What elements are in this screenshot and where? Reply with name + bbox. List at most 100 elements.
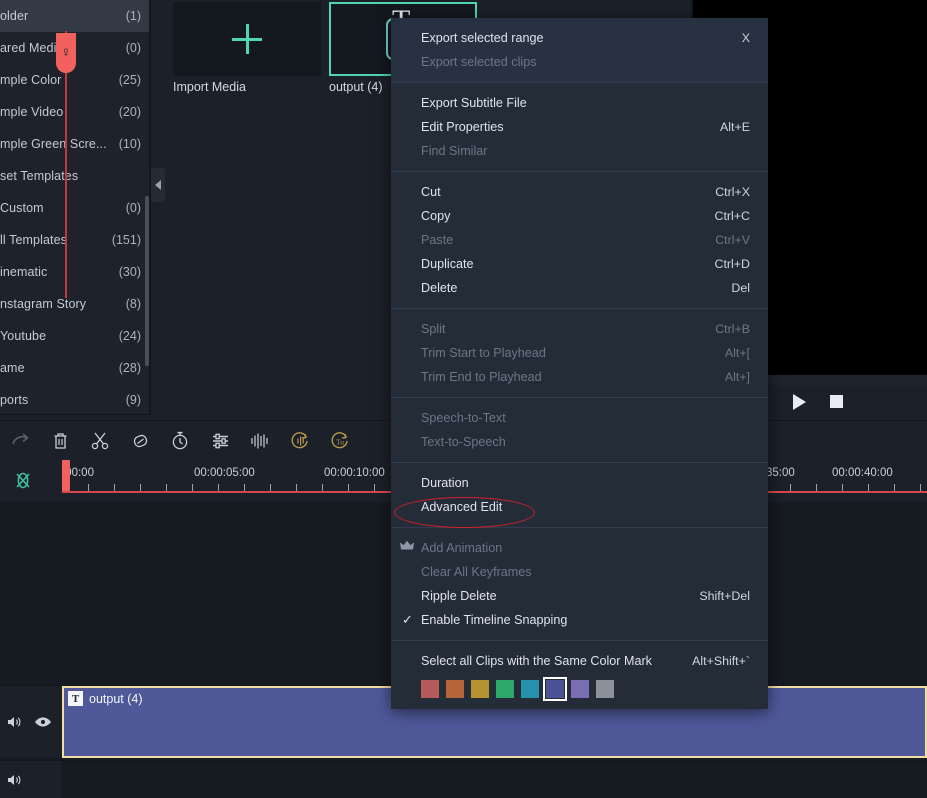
sidebar-item-count: (25) <box>118 73 141 87</box>
media-item-label: Import Media <box>173 80 246 94</box>
sidebar-item[interactable]: ame (28) <box>0 352 151 384</box>
color-swatch[interactable] <box>571 680 589 698</box>
ruler-tick-mark <box>140 484 141 491</box>
group-pad <box>391 300 768 308</box>
import-media-thumbnail[interactable] <box>173 2 321 76</box>
sidebar-item[interactable]: Custom (0) <box>0 192 151 224</box>
sidebar-collapse-button[interactable] <box>151 168 165 202</box>
sidebar-item[interactable]: inematic (30) <box>0 256 151 288</box>
play-icon[interactable] <box>793 393 806 410</box>
sidebar-item[interactable]: Youtube (24) <box>0 320 151 352</box>
context-menu-item[interactable]: Duration <box>391 471 768 495</box>
context-menu-item-label: Trim Start to Playhead <box>421 346 546 360</box>
context-menu-item: Trim Start to Playhead Alt+[ <box>391 341 768 365</box>
svg-text:Tu: Tu <box>336 437 344 446</box>
ruler-tick-mark <box>88 484 89 491</box>
color-mark-section: Select all Clips with the Same Color Mar… <box>391 641 768 701</box>
context-menu-group: Export Subtitle File Edit Properties Alt+E… <box>391 83 768 171</box>
sidebar-item-count: (30) <box>118 265 141 279</box>
voice-changer-icon[interactable] <box>280 421 320 461</box>
context-menu-item-shortcut: Ctrl+X <box>715 185 750 199</box>
adjust-sliders-icon[interactable] <box>200 421 240 461</box>
split-scissors-icon[interactable] <box>80 421 120 461</box>
sidebar-item-label: mple Video <box>0 105 64 119</box>
context-menu-item-shortcut: Ctrl+B <box>715 322 750 336</box>
color-swatch[interactable] <box>543 677 567 701</box>
context-menu-item-shortcut: Del <box>731 281 750 295</box>
context-menu-item-label: Split <box>421 322 446 336</box>
playhead-handle[interactable] <box>62 460 70 491</box>
color-swatch[interactable] <box>421 680 439 698</box>
context-menu-item-label: Clear All Keyframes <box>421 565 532 579</box>
playhead-knob[interactable]: ♀ <box>56 33 76 73</box>
sidebar-item[interactable]: older (1) <box>0 0 151 32</box>
context-menu-group: Export selected range X Export selected cl… <box>391 18 768 82</box>
sidebar-item[interactable]: ports (9) <box>0 384 151 414</box>
audio-waveform-icon[interactable] <box>240 421 280 461</box>
ruler-tick-mark <box>244 484 245 491</box>
color-swatch[interactable] <box>521 680 539 698</box>
context-menu-item: Speech-to-Text <box>391 406 768 430</box>
color-swatch[interactable] <box>496 680 514 698</box>
sidebar-item-label: ll Templates <box>0 233 67 247</box>
sidebar-item[interactable]: ll Templates (151) <box>0 224 151 256</box>
crop-icon[interactable] <box>120 421 160 461</box>
context-menu-item[interactable]: Copy Ctrl+C <box>391 204 768 228</box>
track-header-video[interactable] <box>0 686 62 758</box>
color-mark-label: Select all Clips with the Same Color Mar… <box>421 654 652 668</box>
context-menu-item[interactable]: Export Subtitle File <box>391 91 768 115</box>
context-menu-item-label: Ripple Delete <box>421 589 497 603</box>
context-menu-item-label: Duration <box>421 476 469 490</box>
context-menu-group: Add Animation Clear All Keyframes Ripple D… <box>391 528 768 640</box>
media-item-import[interactable]: Import Media <box>173 2 321 94</box>
ruler-tick-mark <box>816 484 817 491</box>
color-swatch[interactable] <box>471 680 489 698</box>
context-menu-item[interactable]: Export selected range X <box>391 26 768 50</box>
select-same-color-mark-item[interactable]: Select all Clips with the Same Color Mar… <box>391 649 768 673</box>
context-menu-item-label: Delete <box>421 281 458 295</box>
clip-context-menu[interactable]: Export selected range X Export selected cl… <box>391 18 768 709</box>
context-menu-item[interactable]: Ripple Delete Shift+Del <box>391 584 768 608</box>
delete-icon[interactable] <box>40 421 80 461</box>
sidebar-item-label: set Templates <box>0 169 79 183</box>
context-menu-item[interactable]: Delete Del <box>391 276 768 300</box>
track-header-audio[interactable] <box>0 761 62 798</box>
speaker-icon[interactable] <box>6 773 22 787</box>
context-menu-item-label: Cut <box>421 185 441 199</box>
sidebar-item-count: (9) <box>125 393 141 407</box>
context-menu-item[interactable]: Duplicate Ctrl+D <box>391 252 768 276</box>
context-menu-item-shortcut: Alt+[ <box>724 346 750 360</box>
context-menu-item[interactable]: Cut Ctrl+X <box>391 180 768 204</box>
sidebar-item[interactable]: mple Video (20) <box>0 96 151 128</box>
color-swatch[interactable] <box>446 680 464 698</box>
ruler-tick-mark <box>114 484 115 491</box>
context-menu-item[interactable]: Advanced Edit <box>391 495 768 519</box>
context-menu-item[interactable]: Edit Properties Alt+E <box>391 115 768 139</box>
context-menu-item-label: Copy <box>421 209 451 223</box>
context-menu-group: Cut Ctrl+X Copy Ctrl+C Paste Ctrl+V Duplicate C… <box>391 172 768 308</box>
eye-icon[interactable] <box>34 716 52 728</box>
group-pad <box>391 163 768 171</box>
group-pad <box>391 398 768 406</box>
ruler-tick-mark <box>348 484 349 491</box>
group-pad <box>391 463 768 471</box>
sidebar-item[interactable]: mple Green Scre... (10) <box>0 128 151 160</box>
context-menu-item[interactable]: ✓ Enable Timeline Snapping <box>391 608 768 632</box>
stop-icon[interactable] <box>830 395 843 408</box>
speaker-icon[interactable] <box>6 715 22 729</box>
marker-icon[interactable] <box>12 470 34 492</box>
sidebar-item[interactable]: set Templates <box>0 160 151 192</box>
color-swatch[interactable] <box>596 680 614 698</box>
context-menu-item-label: Paste <box>421 233 454 247</box>
context-menu-item: Add Animation <box>391 536 768 560</box>
auto-reframe-icon[interactable]: Tu <box>320 421 360 461</box>
context-menu-item-shortcut: Ctrl+C <box>714 209 750 223</box>
sidebar-item[interactable]: nstagram Story (8) <box>0 288 151 320</box>
sidebar-item[interactable]: mple Color (25) <box>0 64 151 96</box>
group-pad <box>391 454 768 462</box>
redo-icon[interactable] <box>0 421 40 461</box>
ruler-tick-mark <box>868 484 869 491</box>
sidebar-item-label: mple Green Scre... <box>0 137 107 151</box>
speed-icon[interactable] <box>160 421 200 461</box>
sidebar-item-count: (8) <box>125 297 141 311</box>
